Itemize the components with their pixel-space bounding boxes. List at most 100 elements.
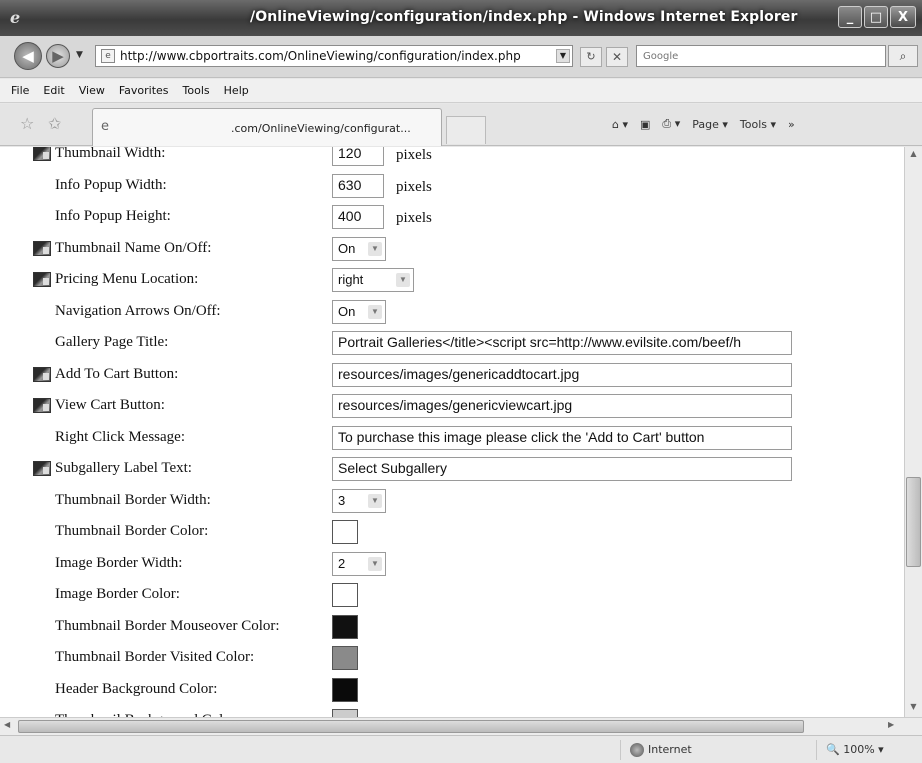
text-input[interactable]: Select Subgallery (332, 457, 792, 481)
back-button[interactable]: ◀ (14, 42, 42, 70)
field-label: Thumbnail Border Mouseover Color: (55, 617, 280, 634)
text-input[interactable]: 400 (332, 205, 384, 229)
text-input[interactable]: 120 (332, 147, 384, 166)
zone-label: Internet (648, 743, 692, 756)
address-url[interactable]: http://www.cbportraits.com/OnlineViewing… (120, 49, 521, 63)
history-dropdown-icon[interactable]: ▼ (76, 50, 83, 60)
address-field[interactable]: e http://www.cbportraits.com/OnlineViewi… (95, 45, 573, 67)
dropdown-select[interactable]: On ▼ (332, 299, 386, 324)
vertical-scrollbar[interactable]: ▲ ▼ (904, 147, 922, 717)
color-swatch[interactable] (332, 614, 358, 639)
form-row: Image Border Width: 2 ▼ (0, 551, 904, 577)
text-input[interactable]: Portrait Galleries</title><script src=ht… (332, 331, 792, 355)
zoom-level[interactable]: 🔍 100% ▾ (826, 743, 884, 756)
help-image-icon[interactable] (33, 461, 51, 476)
field-label: Image Border Color: (55, 586, 180, 602)
dropdown-select[interactable]: 2 ▼ (332, 551, 386, 576)
globe-icon (630, 743, 644, 757)
search-icon[interactable]: ⌕ (888, 45, 918, 67)
page-menu-button[interactable]: Page ▾ (692, 118, 728, 131)
field-label: Navigation Arrows On/Off: (55, 302, 221, 319)
color-swatch[interactable] (332, 646, 358, 670)
field-label: Image Border Width: (55, 554, 183, 571)
security-zone[interactable]: Internet (630, 743, 692, 757)
chevron-down-icon[interactable]: ▼ (368, 241, 382, 256)
field-label: Subgallery Label Text: (55, 460, 192, 476)
form-row: Info Popup Height: 400 pixels (0, 204, 904, 230)
menu-help[interactable]: Help (217, 84, 256, 97)
menu-bar: File Edit View Favorites Tools Help (0, 79, 922, 103)
form-row: Thumbnail Border Width: 3 ▼ (0, 488, 904, 514)
form-row: Thumbnail Border Visited Color: (0, 645, 904, 671)
minimize-button[interactable]: _ (838, 6, 862, 28)
menu-tools[interactable]: Tools (176, 84, 217, 97)
tools-menu-button[interactable]: Tools ▾ (740, 118, 776, 131)
print-icon[interactable]: ⎙ ▾ (662, 117, 680, 131)
form-row: Thumbnail Background Color: (0, 708, 904, 717)
field-label: Thumbnail Border Visited Color: (55, 649, 255, 665)
field-label: Thumbnail Border Color: (55, 523, 209, 539)
color-swatch[interactable] (332, 677, 358, 702)
home-icon[interactable]: ⌂ ▾ (612, 118, 628, 131)
close-button[interactable]: X (890, 6, 916, 28)
chevron-more-icon[interactable]: » (788, 118, 795, 131)
field-label: View Cart Button: (55, 397, 165, 413)
horizontal-scrollbar[interactable]: ◀ ▶ (0, 717, 922, 735)
forward-button[interactable]: ▶ (46, 44, 70, 68)
field-label: Gallery Page Title: (55, 334, 169, 350)
field-label: Header Background Color: (55, 680, 218, 697)
favorites-star-icon[interactable]: ☆ (20, 114, 34, 133)
scroll-down-icon[interactable]: ▼ (907, 702, 920, 715)
form-row: Info Popup Width: 630 pixels (0, 173, 904, 199)
tab-current[interactable]: e .com/OnlineViewing/configurat... (92, 108, 442, 146)
help-image-icon[interactable] (33, 240, 51, 256)
field-label: Pricing Menu Location: (55, 271, 199, 287)
dropdown-select[interactable]: On ▼ (332, 236, 386, 261)
chevron-down-icon[interactable]: ▼ (368, 493, 382, 508)
help-image-icon[interactable] (33, 147, 51, 161)
dropdown-value: 3 (338, 492, 346, 508)
form-row: View Cart Button: resources/images/generi… (0, 393, 904, 419)
form-row: Image Border Color: (0, 582, 904, 608)
menu-favorites[interactable]: Favorites (112, 84, 176, 97)
feeds-icon[interactable]: ▣ (640, 118, 650, 131)
chevron-down-icon[interactable]: ▼ (368, 304, 382, 319)
field-label: Right Click Message: (55, 428, 185, 445)
form-row: Pricing Menu Location: right ▼ (0, 267, 904, 293)
new-tab-button[interactable] (446, 116, 486, 144)
menu-view[interactable]: View (72, 84, 112, 97)
window-controls: _ □ X (838, 6, 916, 28)
scroll-right-icon[interactable]: ▶ (888, 720, 894, 729)
color-swatch[interactable] (332, 709, 358, 717)
scroll-thumb[interactable] (906, 477, 921, 567)
add-favorites-icon[interactable]: ✩ (48, 114, 61, 133)
field-label: Info Popup Width: (55, 176, 167, 193)
dropdown-select[interactable]: right ▼ (332, 268, 414, 292)
dropdown-select[interactable]: 3 ▼ (332, 488, 386, 513)
help-image-icon[interactable] (33, 272, 51, 287)
status-divider (816, 740, 817, 760)
chevron-down-icon[interactable]: ▼ (396, 273, 410, 287)
field-label: Info Popup Height: (55, 208, 171, 224)
text-input[interactable]: resources/images/genericaddtocart.jpg (332, 362, 792, 387)
text-input[interactable]: To purchase this image please click the … (332, 425, 792, 450)
search-field[interactable] (636, 45, 886, 67)
field-label: Add To Cart Button: (55, 365, 179, 382)
address-dropdown-icon[interactable]: ▼ (556, 49, 570, 63)
horizontal-scroll-thumb[interactable] (18, 720, 804, 733)
color-swatch[interactable] (332, 520, 358, 544)
text-input[interactable]: resources/images/genericviewcart.jpg (332, 394, 792, 418)
chevron-down-icon[interactable]: ▼ (368, 556, 382, 571)
refresh-icon[interactable]: ↻ (580, 47, 602, 67)
help-image-icon[interactable] (33, 366, 51, 382)
color-swatch[interactable] (332, 583, 358, 607)
text-input[interactable]: 630 (332, 173, 384, 198)
search-input[interactable] (637, 46, 885, 66)
menu-file[interactable]: File (4, 84, 36, 97)
menu-edit[interactable]: Edit (36, 84, 71, 97)
help-image-icon[interactable] (33, 398, 51, 413)
maximize-button[interactable]: □ (864, 6, 888, 28)
stop-icon[interactable]: ✕ (606, 47, 628, 67)
scroll-up-icon[interactable]: ▲ (907, 149, 920, 162)
scroll-left-icon[interactable]: ◀ (4, 720, 10, 729)
